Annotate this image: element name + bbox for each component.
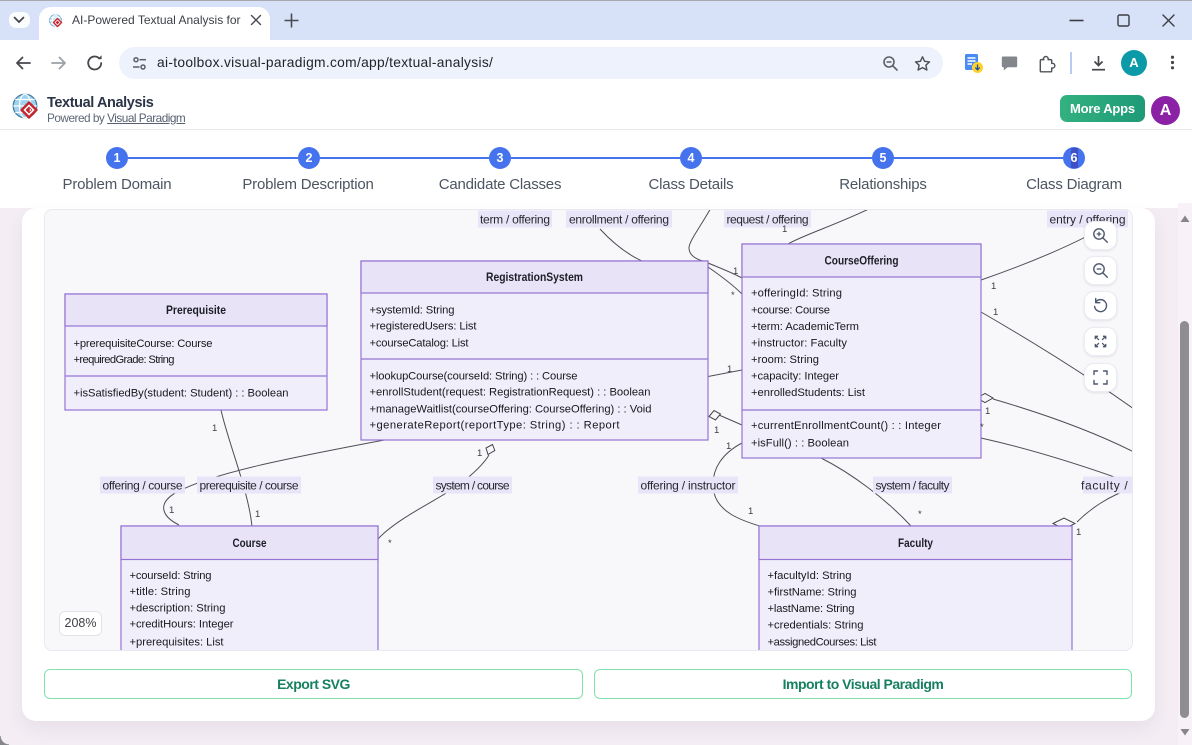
svg-text:1: 1 bbox=[991, 281, 996, 292]
svg-text:Faculty: Faculty bbox=[898, 538, 934, 550]
svg-text:+courseId: String: +courseId: String bbox=[130, 570, 212, 582]
svg-text:offering / instructor: offering / instructor bbox=[641, 479, 736, 493]
svg-text:system / course: system / course bbox=[436, 479, 510, 493]
svg-text:+lookupCourse(courseId: String: +lookupCourse(courseId: String) : : Cour… bbox=[370, 371, 578, 383]
svg-text:+registeredUsers: List: +registeredUsers: List bbox=[370, 321, 478, 333]
svg-text:1: 1 bbox=[748, 506, 753, 517]
svg-text:+courseCatalog: List: +courseCatalog: List bbox=[370, 338, 470, 350]
svg-text:enrollment / offering: enrollment / offering bbox=[569, 213, 669, 227]
svg-text:+description: String: +description: String bbox=[130, 603, 226, 615]
svg-text:1: 1 bbox=[255, 509, 260, 520]
svg-text:+credentials: String: +credentials: String bbox=[768, 620, 864, 632]
svg-text:CourseOffering: CourseOffering bbox=[825, 256, 899, 268]
svg-text:+prerequisiteCourse: Course: +prerequisiteCourse: Course bbox=[74, 338, 213, 350]
svg-text:+instructor: Faculty: +instructor: Faculty bbox=[751, 338, 847, 350]
svg-text:+creditHours: Integer: +creditHours: Integer bbox=[130, 619, 234, 631]
svg-text:+course: Course: +course: Course bbox=[751, 305, 830, 317]
svg-text:request / offering: request / offering bbox=[727, 213, 809, 227]
svg-text:1: 1 bbox=[782, 224, 787, 235]
svg-text:*: * bbox=[918, 509, 922, 520]
svg-text:faculty / offering: faculty / offering bbox=[1081, 479, 1133, 493]
svg-text:1: 1 bbox=[726, 441, 731, 452]
svg-text:+generateReport(reportType: St: +generateReport(reportType: String) : : … bbox=[370, 420, 621, 432]
svg-text:1: 1 bbox=[1076, 527, 1081, 538]
svg-text:+systemId: String: +systemId: String bbox=[370, 305, 455, 317]
svg-text:+isFull() : : Boolean: +isFull() : : Boolean bbox=[751, 438, 849, 450]
svg-text:+currentEnrollmentCount() : :: +currentEnrollmentCount() : : Integer bbox=[751, 420, 941, 432]
svg-text:*: * bbox=[388, 538, 392, 549]
svg-text:1: 1 bbox=[477, 448, 482, 459]
svg-text:+room: String: +room: String bbox=[751, 354, 819, 366]
svg-text:+offeringId: String: +offeringId: String bbox=[751, 288, 842, 300]
svg-text:+term: AcademicTerm: +term: AcademicTerm bbox=[751, 321, 859, 333]
svg-text:Course: Course bbox=[233, 538, 267, 550]
svg-text:+capacity: Integer: +capacity: Integer bbox=[751, 371, 839, 383]
svg-text:*: * bbox=[980, 422, 984, 433]
svg-text:1: 1 bbox=[727, 364, 732, 375]
svg-text:1: 1 bbox=[169, 505, 174, 516]
svg-text:term / offering: term / offering bbox=[480, 213, 550, 227]
svg-text:+requiredGrade: String: +requiredGrade: String bbox=[74, 354, 175, 366]
svg-text:+assignedCourses: List: +assignedCourses: List bbox=[768, 637, 878, 649]
svg-text:+prerequisites: List: +prerequisites: List bbox=[130, 637, 225, 649]
svg-text:offering / course: offering / course bbox=[103, 479, 183, 493]
svg-text:+firstName: String: +firstName: String bbox=[768, 587, 857, 599]
svg-text:RegistrationSystem: RegistrationSystem bbox=[486, 272, 583, 284]
svg-text:+isSatisfiedBy(student: Studen: +isSatisfiedBy(student: Student) : : Boo… bbox=[74, 388, 289, 400]
svg-text:+lastName: String: +lastName: String bbox=[768, 603, 855, 615]
svg-text:+title: String: +title: String bbox=[130, 586, 191, 598]
svg-text:prerequisite / course: prerequisite / course bbox=[200, 479, 299, 493]
svg-text:+facultyId: String: +facultyId: String bbox=[768, 570, 852, 582]
svg-text:1: 1 bbox=[993, 307, 998, 318]
svg-text:+enrollStudent(request: Regist: +enrollStudent(request: RegistrationRequ… bbox=[370, 387, 651, 399]
svg-text:1: 1 bbox=[985, 406, 990, 417]
svg-text:1: 1 bbox=[212, 423, 217, 434]
svg-text:+enrolledStudents: List: +enrolledStudents: List bbox=[751, 387, 866, 399]
svg-text:1: 1 bbox=[733, 266, 738, 277]
svg-text:*: * bbox=[731, 290, 735, 301]
svg-text:system / faculty: system / faculty bbox=[876, 479, 950, 493]
svg-text:+manageWaitlist(courseOffering: +manageWaitlist(courseOffering: CourseOf… bbox=[370, 404, 652, 416]
svg-text:1: 1 bbox=[714, 425, 719, 436]
svg-text:Prerequisite: Prerequisite bbox=[166, 305, 226, 317]
